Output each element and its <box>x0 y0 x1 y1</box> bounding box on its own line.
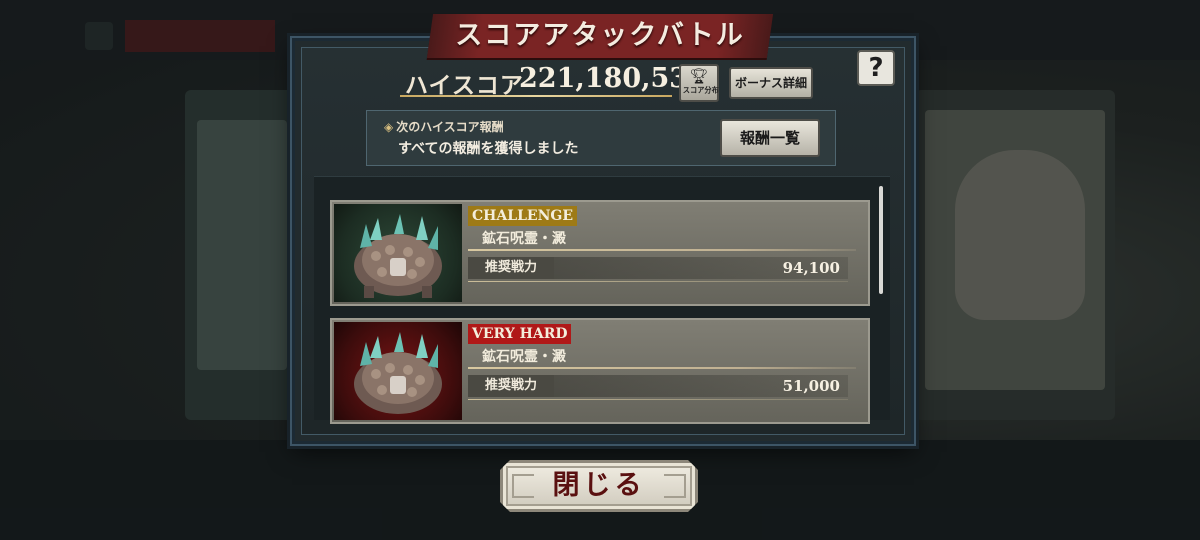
high-score-underline <box>400 95 672 97</box>
divider <box>468 249 856 251</box>
boss-name: 鉱石呪霊・澱 <box>482 231 566 247</box>
recommended-power-value: 51,000 <box>782 377 840 395</box>
dialog-title: スコアアタックバトル <box>455 20 745 51</box>
ore-spirit-monster-icon <box>354 332 442 414</box>
diamond-bullet-icon: ◈ <box>384 120 394 134</box>
bonus-details-button[interactable]: ボーナス詳細 <box>729 67 813 99</box>
boss-portrait <box>334 322 462 420</box>
recommended-power-label: 推奨戦力 <box>468 375 554 397</box>
recommended-power-label: 推奨戦力 <box>468 257 554 279</box>
next-reward-title-row: ◈ 次のハイスコア報酬 <box>384 118 504 135</box>
next-reward-status: すべての報酬を獲得しました <box>398 141 579 157</box>
boss-name: 鉱石呪霊・澱 <box>482 349 566 365</box>
divider <box>468 367 856 369</box>
boss-portrait <box>334 204 462 302</box>
ore-spirit-monster-icon <box>354 214 442 298</box>
score-distribution-label: スコア分布 <box>682 85 719 95</box>
score-distribution-button[interactable]: 🏆︎ スコア分布 <box>679 64 719 102</box>
divider <box>468 281 848 282</box>
difficulty-badge: VERY HARD <box>468 324 572 344</box>
trophy-icon: 🏆︎ <box>689 67 709 85</box>
battle-list-scrollbar[interactable] <box>879 186 883 294</box>
battle-card-challenge[interactable]: CHALLENGE 鉱石呪霊・澱 推奨戦力 94,100 <box>330 200 870 306</box>
divider <box>468 399 848 400</box>
battle-card-very-hard[interactable]: VERY HARD 鉱石呪霊・澱 推奨戦力 51,000 <box>330 318 870 424</box>
close-button-label[interactable]: 閉じる <box>500 460 698 512</box>
next-reward-title: 次のハイスコア報酬 <box>396 120 504 134</box>
difficulty-badge: CHALLENGE <box>468 206 578 226</box>
recommended-power-value: 94,100 <box>782 259 840 277</box>
help-button[interactable]: ? <box>857 50 895 86</box>
reward-list-button[interactable]: 報酬一覧 <box>720 119 820 157</box>
